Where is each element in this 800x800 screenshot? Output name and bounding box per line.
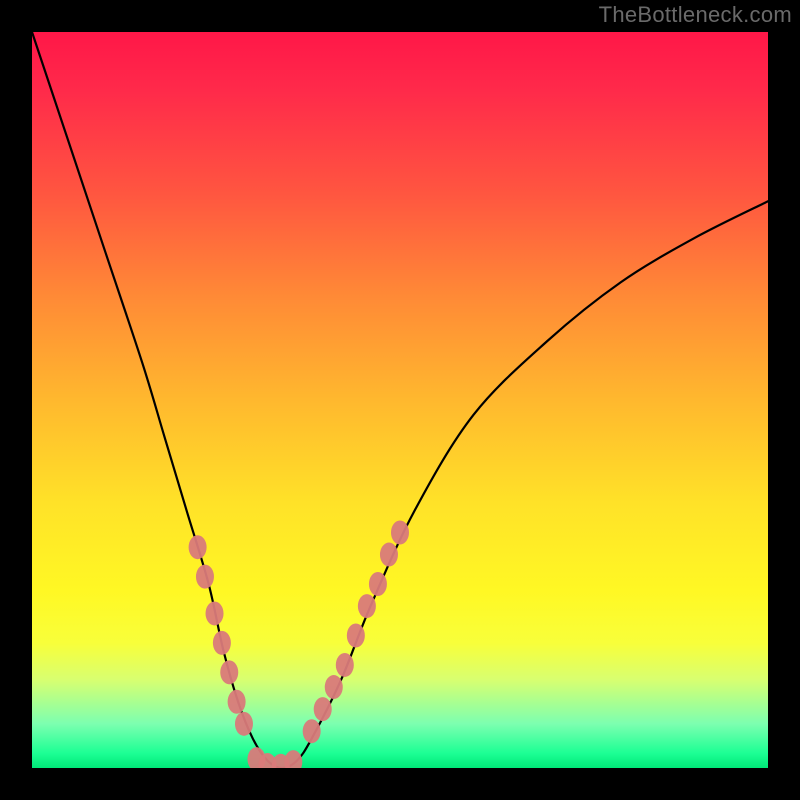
marker-dot	[206, 601, 224, 625]
marker-dot	[358, 594, 376, 618]
marker-dot	[220, 660, 238, 684]
marker-dot	[347, 624, 365, 648]
marker-dot	[391, 520, 409, 544]
chart-svg	[32, 32, 768, 768]
marker-dot	[235, 712, 253, 736]
marker-dot	[369, 572, 387, 596]
marker-dot	[189, 535, 207, 559]
curve-layer	[32, 32, 768, 768]
marker-dot	[284, 750, 302, 768]
marker-dot	[336, 653, 354, 677]
marker-dot	[228, 690, 246, 714]
marker-dot	[380, 543, 398, 567]
marker-dot	[325, 675, 343, 699]
bottleneck-curve	[32, 32, 768, 768]
markers-layer	[189, 520, 409, 768]
marker-dot	[196, 565, 214, 589]
chart-frame: TheBottleneck.com	[0, 0, 800, 800]
marker-dot	[314, 697, 332, 721]
watermark-text: TheBottleneck.com	[599, 2, 792, 28]
marker-dot	[303, 719, 321, 743]
plot-area	[32, 32, 768, 768]
marker-dot	[213, 631, 231, 655]
